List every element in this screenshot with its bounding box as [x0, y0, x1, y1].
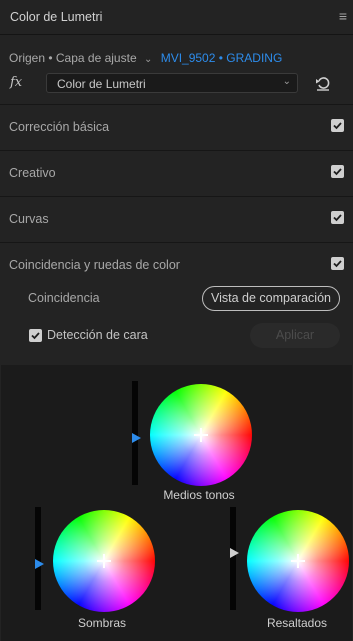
- section-label: Coincidencia y ruedas de color: [9, 258, 180, 272]
- face-detection-label[interactable]: Detección de cara: [47, 328, 148, 342]
- crosshair-icon[interactable]: [194, 428, 208, 442]
- effect-select[interactable]: Color de Lumetri ⌄: [46, 73, 298, 93]
- highlights-slider[interactable]: [230, 507, 236, 610]
- midtones-label: Medios tonos: [163, 488, 235, 502]
- section-checkbox[interactable]: [331, 257, 344, 270]
- fx-icon[interactable]: fx: [10, 75, 22, 90]
- comparison-view-button[interactable]: Vista de comparación: [202, 286, 340, 311]
- chevron-down-icon: ⌄: [282, 76, 291, 87]
- midtones-slider-thumb[interactable]: [132, 433, 141, 444]
- highlights-slider-thumb[interactable]: [230, 548, 239, 559]
- crosshair-icon[interactable]: [291, 554, 305, 568]
- highlights-label: Resaltados: [266, 616, 328, 630]
- section-checkbox[interactable]: [331, 165, 344, 178]
- chevron-down-icon[interactable]: ⌄: [144, 54, 152, 65]
- hamburger-menu-icon[interactable]: ≡: [339, 9, 347, 23]
- effect-row: fx Color de Lumetri ⌄: [0, 72, 353, 96]
- shadows-slider-thumb[interactable]: [35, 558, 44, 569]
- lumetri-color-panel: Color de Lumetri ≡ Origen • Capa de ajus…: [0, 0, 353, 641]
- section-label: Creativo: [9, 166, 56, 180]
- midtones-color-wheel[interactable]: [150, 384, 252, 486]
- panel-header: Color de Lumetri ≡: [0, 0, 353, 35]
- section-label: Curvas: [9, 212, 49, 226]
- crosshair-icon[interactable]: [97, 554, 111, 568]
- highlights-color-wheel[interactable]: [247, 510, 349, 612]
- section-checkbox[interactable]: [331, 211, 344, 224]
- coincidence-label: Coincidencia: [28, 291, 100, 305]
- panel-title: Color de Lumetri: [10, 10, 103, 24]
- section-curvas[interactable]: Curvas: [0, 196, 353, 242]
- section-creativo[interactable]: Creativo: [0, 150, 353, 196]
- source-clip[interactable]: MVI_9502 • GRADING: [161, 51, 283, 65]
- section-checkbox[interactable]: [331, 119, 344, 132]
- effect-select-value: Color de Lumetri: [57, 77, 146, 91]
- apply-button: Aplicar: [250, 323, 340, 348]
- shadows-color-wheel[interactable]: [53, 510, 155, 612]
- source-origin[interactable]: Origen • Capa de ajuste: [9, 51, 137, 65]
- reset-icon[interactable]: [314, 73, 332, 93]
- section-coincidencia-ruedas[interactable]: Coincidencia y ruedas de color: [0, 242, 353, 288]
- section-correccion-basica[interactable]: Corrección básica: [0, 104, 353, 150]
- source-row: Origen • Capa de ajuste ⌄ MVI_9502 • GRA…: [9, 51, 282, 67]
- shadows-label: Sombras: [77, 616, 127, 630]
- section-label: Corrección básica: [9, 120, 110, 134]
- face-detection-checkbox[interactable]: [29, 329, 42, 342]
